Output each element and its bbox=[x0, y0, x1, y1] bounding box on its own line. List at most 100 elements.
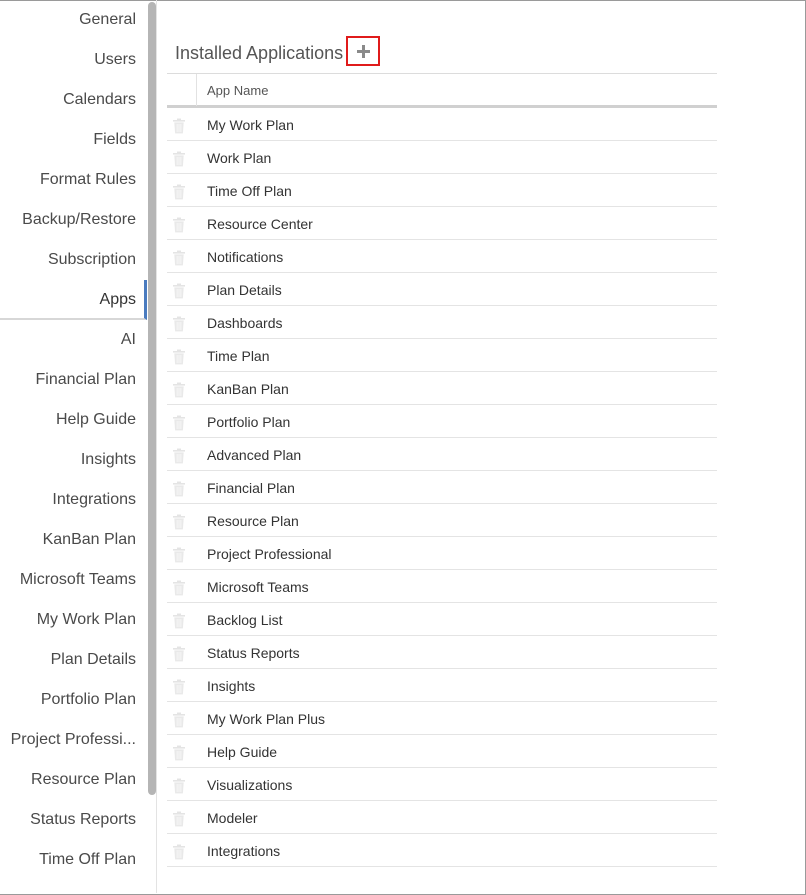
app-name-cell: Resource Plan bbox=[207, 513, 299, 529]
trash-icon[interactable] bbox=[172, 283, 186, 299]
app-name-cell: Financial Plan bbox=[207, 480, 295, 496]
page-title: Installed Applications bbox=[175, 42, 344, 63]
app-name-column-header[interactable]: App Name bbox=[207, 83, 268, 98]
sidebar-item-insights[interactable]: Insights bbox=[0, 440, 147, 480]
trash-icon[interactable] bbox=[172, 745, 186, 761]
sidebar-item-apps[interactable]: Apps bbox=[0, 280, 147, 320]
trash-icon[interactable] bbox=[172, 118, 186, 134]
app-name-cell: Integrations bbox=[207, 843, 281, 859]
sidebar-item-calendars[interactable]: Calendars bbox=[0, 80, 147, 120]
trash-icon[interactable] bbox=[172, 514, 186, 530]
trash-icon[interactable] bbox=[172, 151, 186, 167]
table-row[interactable]: KanBan Plan bbox=[167, 372, 717, 405]
sidebar-item-users[interactable]: Users bbox=[0, 40, 147, 80]
table-row[interactable]: Dashboards bbox=[167, 306, 717, 339]
trash-icon[interactable] bbox=[172, 811, 186, 827]
sidebar-item-fields[interactable]: Fields bbox=[0, 120, 147, 160]
sidebar-scrollbar-thumb[interactable] bbox=[148, 2, 156, 795]
trash-icon[interactable] bbox=[172, 844, 186, 860]
table-row[interactable]: Help Guide bbox=[167, 735, 717, 768]
app-name-cell: Plan Details bbox=[207, 282, 282, 298]
sidebar-item-integrations[interactable]: Integrations bbox=[0, 480, 147, 520]
trash-icon[interactable] bbox=[172, 679, 186, 695]
app-name-cell: Project Professional bbox=[207, 546, 332, 562]
app-name-cell: Work Plan bbox=[207, 150, 272, 166]
app-name-cell: Notifications bbox=[207, 249, 284, 265]
trash-icon[interactable] bbox=[172, 481, 186, 497]
sidebar-item-format-rules[interactable]: Format Rules bbox=[0, 160, 147, 200]
table-row[interactable]: Financial Plan bbox=[167, 471, 717, 504]
table-row[interactable]: Integrations bbox=[167, 834, 717, 867]
trash-icon[interactable] bbox=[172, 778, 186, 794]
trash-icon[interactable] bbox=[172, 613, 186, 629]
table-row[interactable]: Advanced Plan bbox=[167, 438, 717, 471]
table-body: My Work Plan Work Plan Time Off Plan Resour… bbox=[167, 108, 717, 867]
table-row[interactable]: Portfolio Plan bbox=[167, 405, 717, 438]
trash-icon[interactable] bbox=[172, 382, 186, 398]
sidebar-item-general[interactable]: General bbox=[0, 0, 147, 40]
table-row[interactable]: My Work Plan Plus bbox=[167, 702, 717, 735]
trash-icon[interactable] bbox=[172, 547, 186, 563]
trash-icon[interactable] bbox=[172, 712, 186, 728]
table-row[interactable]: Time Off Plan bbox=[167, 174, 717, 207]
sidebar-item-subscription[interactable]: Subscription bbox=[0, 240, 147, 280]
table-row[interactable]: Visualizations bbox=[167, 768, 717, 801]
table-row[interactable]: Modeler bbox=[167, 801, 717, 834]
table-row[interactable]: Backlog List bbox=[167, 603, 717, 636]
add-app-button[interactable] bbox=[346, 36, 380, 66]
app-name-cell: Time Off Plan bbox=[207, 183, 292, 199]
app-name-cell: Backlog List bbox=[207, 612, 283, 628]
sidebar-item-project-professi[interactable]: Project Professi... bbox=[0, 720, 147, 760]
trash-icon[interactable] bbox=[172, 184, 186, 200]
table-row[interactable]: Work Plan bbox=[167, 141, 717, 174]
app-name-cell: Microsoft Teams bbox=[207, 579, 309, 595]
app-name-cell: Resource Center bbox=[207, 216, 313, 232]
sidebar-item-status-reports[interactable]: Status Reports bbox=[0, 800, 147, 840]
sidebar-item-backup-restore[interactable]: Backup/Restore bbox=[0, 200, 147, 240]
sidebar-item-portfolio-plan[interactable]: Portfolio Plan bbox=[0, 680, 147, 720]
sidebar-item-help-guide[interactable]: Help Guide bbox=[0, 400, 147, 440]
app-name-cell: My Work Plan bbox=[207, 117, 294, 133]
app-name-cell: Status Reports bbox=[207, 645, 300, 661]
panel-header: Installed Applications bbox=[175, 38, 343, 68]
sidebar-item-microsoft-teams[interactable]: Microsoft Teams bbox=[0, 560, 147, 600]
app-name-cell: Time Plan bbox=[207, 348, 270, 364]
trash-icon[interactable] bbox=[172, 316, 186, 332]
app-name-cell: My Work Plan Plus bbox=[207, 711, 325, 727]
trash-icon[interactable] bbox=[172, 415, 186, 431]
delete-column-header bbox=[167, 74, 197, 106]
sidebar-item-financial-plan[interactable]: Financial Plan bbox=[0, 360, 147, 400]
table-row[interactable]: Plan Details bbox=[167, 273, 717, 306]
trash-icon[interactable] bbox=[172, 580, 186, 596]
app-name-cell: Insights bbox=[207, 678, 256, 694]
sidebar-item-time-off-plan[interactable]: Time Off Plan bbox=[0, 840, 147, 880]
trash-icon[interactable] bbox=[172, 448, 186, 464]
table-row[interactable]: My Work Plan bbox=[167, 108, 717, 141]
table-row[interactable]: Resource Center bbox=[167, 207, 717, 240]
table-row[interactable]: Microsoft Teams bbox=[167, 570, 717, 603]
table-row[interactable]: Insights bbox=[167, 669, 717, 702]
installed-apps-table: App Name My Work Plan Work Plan Time Off P… bbox=[167, 73, 717, 867]
app-name-cell: KanBan Plan bbox=[207, 381, 289, 397]
sidebar-item-my-work-plan[interactable]: My Work Plan bbox=[0, 600, 147, 640]
app-name-cell: Portfolio Plan bbox=[207, 414, 291, 430]
trash-icon[interactable] bbox=[172, 349, 186, 365]
sidebar-item-ai[interactable]: AI bbox=[0, 320, 147, 360]
table-row[interactable]: Resource Plan bbox=[167, 504, 717, 537]
sidebar-nav: General Users Calendars Fields Format Rules B… bbox=[0, 0, 147, 880]
trash-icon[interactable] bbox=[172, 250, 186, 266]
table-row[interactable]: Status Reports bbox=[167, 636, 717, 669]
table-row[interactable]: Project Professional bbox=[167, 537, 717, 570]
trash-icon[interactable] bbox=[172, 217, 186, 233]
sidebar-item-plan-details[interactable]: Plan Details bbox=[0, 640, 147, 680]
app-name-cell: Modeler bbox=[207, 810, 258, 826]
sidebar-item-resource-plan[interactable]: Resource Plan bbox=[0, 760, 147, 800]
trash-icon[interactable] bbox=[172, 646, 186, 662]
table-row[interactable]: Notifications bbox=[167, 240, 717, 273]
table-row[interactable]: Time Plan bbox=[167, 339, 717, 372]
app-name-cell: Dashboards bbox=[207, 315, 283, 331]
table-header: App Name bbox=[167, 73, 717, 108]
app-name-cell: Visualizations bbox=[207, 777, 293, 793]
app-name-cell: Advanced Plan bbox=[207, 447, 302, 463]
sidebar-item-kanban-plan[interactable]: KanBan Plan bbox=[0, 520, 147, 560]
